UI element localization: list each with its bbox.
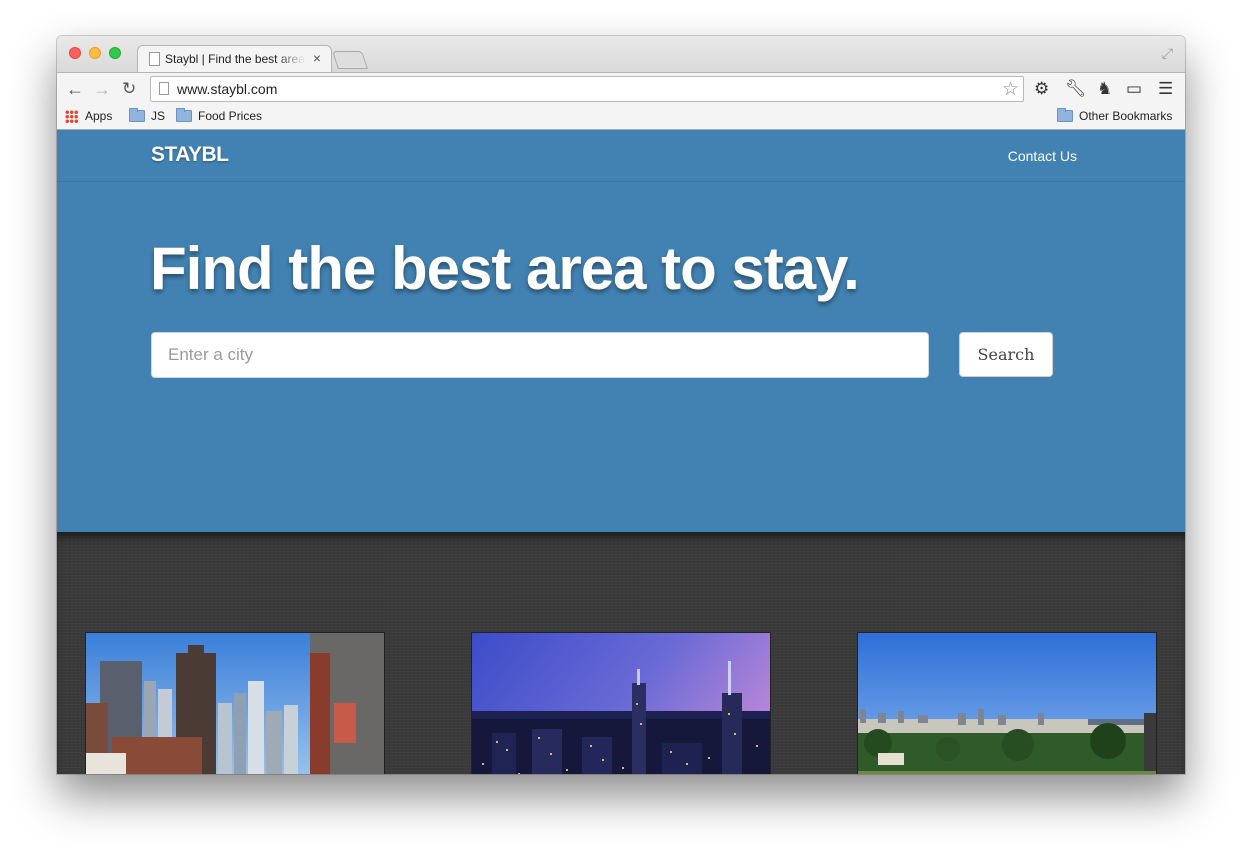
cast-icon[interactable]: ▭ (1126, 78, 1142, 100)
hero-headline: Find the best area to stay. (150, 235, 860, 302)
contact-us-link[interactable]: Contact Us (1008, 148, 1077, 164)
evernote-icon[interactable]: ♞ (1097, 78, 1112, 100)
city-search-input[interactable] (151, 332, 929, 378)
back-arrow-icon[interactable]: ← (66, 78, 84, 100)
city-photo-chicago[interactable] (85, 632, 385, 774)
reload-icon[interactable]: ↻ (122, 78, 136, 100)
bookmark-label: Apps (85, 109, 113, 123)
tab-strip: Staybl | Find the best area to stay. × ⤢ (57, 36, 1185, 72)
bookmark-food-prices[interactable]: Food Prices (176, 108, 263, 123)
site-logo[interactable]: STAYBL (151, 143, 229, 167)
page-icon (159, 82, 169, 95)
bookmark-label: JS (151, 109, 166, 123)
site-navbar: STAYBL Contact Us (57, 130, 1185, 182)
tab-title: Staybl | Find the best area to stay. (165, 52, 305, 66)
fullscreen-icon[interactable]: ⤢ (1162, 45, 1173, 62)
city-gallery (57, 532, 1185, 774)
tab-close-icon[interactable]: × (313, 50, 321, 66)
folder-icon (1057, 108, 1073, 122)
hero-section: Find the best area to stay. Search (57, 182, 1185, 532)
close-window-button[interactable] (69, 47, 81, 59)
search-button[interactable]: Search (959, 332, 1053, 377)
bookmark-js[interactable]: JS (129, 108, 166, 123)
url-text[interactable]: www.staybl.com (177, 81, 277, 97)
bookmark-other[interactable]: Other Bookmarks (1057, 108, 1173, 123)
gear-icon[interactable]: ⚙ (1034, 78, 1049, 100)
bookmark-label: Other Bookmarks (1079, 109, 1173, 123)
browser-tab[interactable]: Staybl | Find the best area to stay. × (137, 45, 332, 72)
page-viewport: STAYBL Contact Us Find the best area to … (57, 130, 1185, 774)
apps-grid-icon (65, 109, 78, 123)
address-bar[interactable]: www.staybl.com ☆ (150, 76, 1024, 102)
browser-toolbar: ← → ↻ www.staybl.com ☆ ⚙ 🔧︎ ♞ ▭ ☰ (57, 72, 1185, 106)
folder-icon (176, 108, 192, 122)
forward-arrow-icon[interactable]: → (93, 78, 111, 100)
browser-window: Staybl | Find the best area to stay. × ⤢… (57, 36, 1185, 774)
menu-icon[interactable]: ☰ (1158, 78, 1173, 100)
new-tab-button[interactable] (332, 51, 368, 69)
bookmark-star-icon[interactable]: ☆ (1002, 78, 1019, 101)
bookmark-apps[interactable]: Apps (65, 109, 112, 123)
bookmark-label: Food Prices (198, 109, 263, 123)
zoom-window-button[interactable] (109, 47, 121, 59)
wrench-icon[interactable]: 🔧︎ (1065, 78, 1087, 100)
minimize-window-button[interactable] (89, 47, 101, 59)
bookmarks-bar: Apps JS Food Prices Other Bookmarks (57, 106, 1185, 130)
page-icon (149, 52, 160, 66)
city-photo-san-francisco[interactable] (857, 632, 1157, 774)
city-photo-new-york[interactable] (471, 632, 771, 774)
folder-icon (129, 108, 145, 122)
